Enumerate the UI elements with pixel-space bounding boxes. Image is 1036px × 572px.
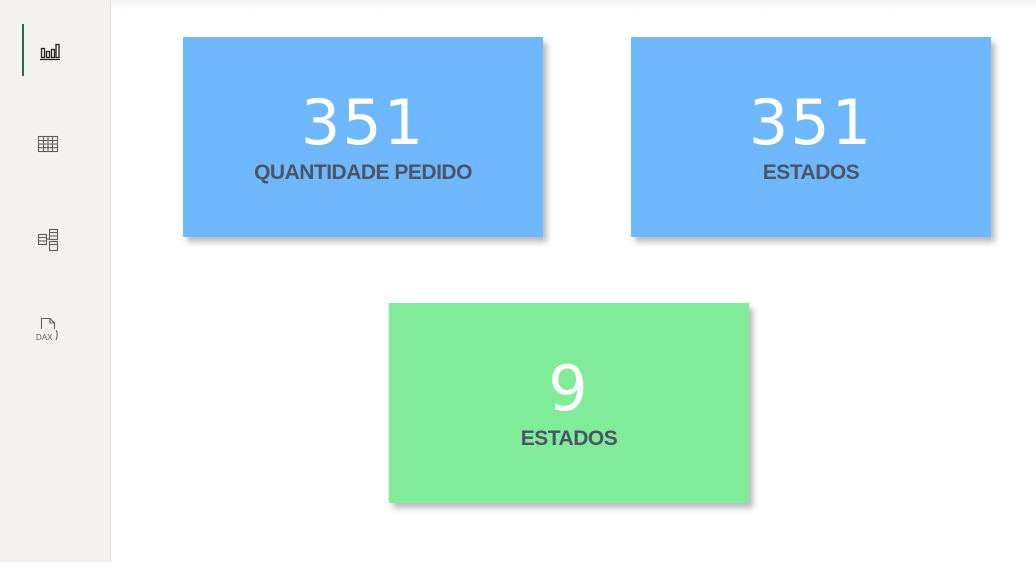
sidebar-item-model-view[interactable] [22,214,74,266]
kpi-card-quantidade-pedido[interactable]: 351 QUANTIDADE PEDIDO [183,37,543,237]
kpi-card-estados-distinct[interactable]: 9 ESTADOS [389,303,749,503]
top-shadow-line [111,0,1036,10]
card-label: ESTADOS [762,161,860,184]
powerbi-canvas: DAX 351 QUANTIDADE PEDIDO 351 ESTADOS 9 … [0,0,1036,572]
sidebar-item-table-view[interactable] [22,118,74,170]
card-label: QUANTIDADE PEDIDO [254,161,472,184]
card-value: 9 [548,352,590,425]
dax-query-icon: DAX [35,316,61,344]
view-sidebar: DAX [0,0,111,562]
report-view-icon [39,39,61,61]
card-value: 351 [300,86,426,159]
card-label: ESTADOS [520,427,618,450]
dax-icon-text: DAX [36,333,53,342]
model-view-icon [37,228,59,252]
bottom-edge [0,562,1036,572]
card-value: 351 [748,86,874,159]
sidebar-item-dax-query-view[interactable]: DAX [22,304,74,356]
kpi-card-estados-count[interactable]: 351 ESTADOS [631,37,991,237]
sidebar-item-report-view[interactable] [22,24,76,76]
table-view-icon [37,134,59,154]
